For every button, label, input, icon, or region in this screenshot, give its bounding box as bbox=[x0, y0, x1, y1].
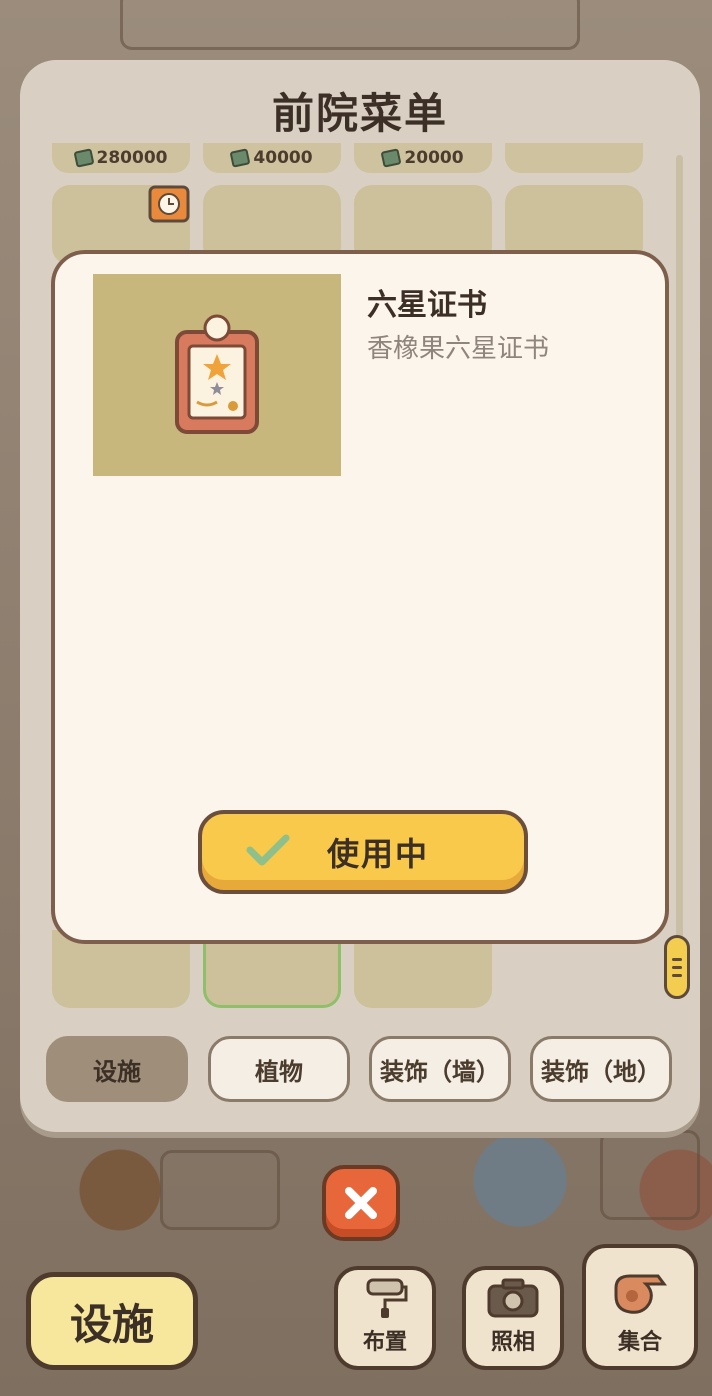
money-icon bbox=[229, 148, 251, 168]
tab-plants[interactable]: 植物 bbox=[208, 1036, 350, 1102]
scrollbar-thumb[interactable] bbox=[664, 935, 690, 999]
in-use-button[interactable]: 使用中 bbox=[198, 810, 528, 894]
money-icon bbox=[73, 148, 94, 168]
price-tag: 40000 bbox=[203, 143, 341, 173]
item-name: 六星证书 bbox=[367, 288, 487, 323]
tab-decor-wall[interactable]: 装饰（墙） bbox=[369, 1036, 511, 1102]
gather-button[interactable]: 集合 bbox=[582, 1244, 698, 1370]
facility-button[interactable]: 设施 bbox=[26, 1272, 198, 1370]
item-preview bbox=[93, 274, 341, 476]
scrollbar-track[interactable] bbox=[676, 155, 683, 955]
background-furniture bbox=[600, 1130, 700, 1220]
background-building bbox=[160, 1150, 280, 1230]
item-description: 香橡果六星证书 bbox=[367, 334, 550, 364]
tab-facility[interactable]: 设施 bbox=[46, 1036, 188, 1102]
layout-label: 布置 bbox=[362, 1330, 407, 1355]
whistle-icon bbox=[614, 1274, 667, 1314]
price-value: 20000 bbox=[404, 148, 464, 168]
price-value: 40000 bbox=[253, 148, 313, 168]
price-tag: 20000 bbox=[354, 143, 492, 173]
camera-icon bbox=[487, 1278, 539, 1318]
tab-decor-ground[interactable]: 装饰（地） bbox=[530, 1036, 672, 1102]
layout-button[interactable]: 布置 bbox=[334, 1266, 436, 1370]
panel-title: 前院菜单 bbox=[271, 89, 448, 138]
price-value: 280000 bbox=[96, 148, 168, 168]
certificate-icon bbox=[175, 314, 259, 434]
money-icon bbox=[380, 148, 402, 168]
timer-badge-icon bbox=[148, 185, 190, 223]
close-button[interactable] bbox=[322, 1165, 400, 1241]
gather-label: 集合 bbox=[617, 1330, 662, 1355]
check-icon bbox=[246, 834, 290, 866]
close-icon bbox=[345, 1187, 377, 1219]
item-detail-popup: 六星证书 香橡果六星证书 使用中 bbox=[51, 250, 669, 944]
in-use-label: 使用中 bbox=[326, 835, 429, 873]
background-roof bbox=[120, 0, 580, 50]
price-tag bbox=[505, 143, 643, 173]
price-tag: 280000 bbox=[52, 143, 190, 173]
paint-roller-icon bbox=[366, 1278, 408, 1318]
photo-label: 照相 bbox=[490, 1330, 535, 1355]
photo-button[interactable]: 照相 bbox=[462, 1266, 564, 1370]
